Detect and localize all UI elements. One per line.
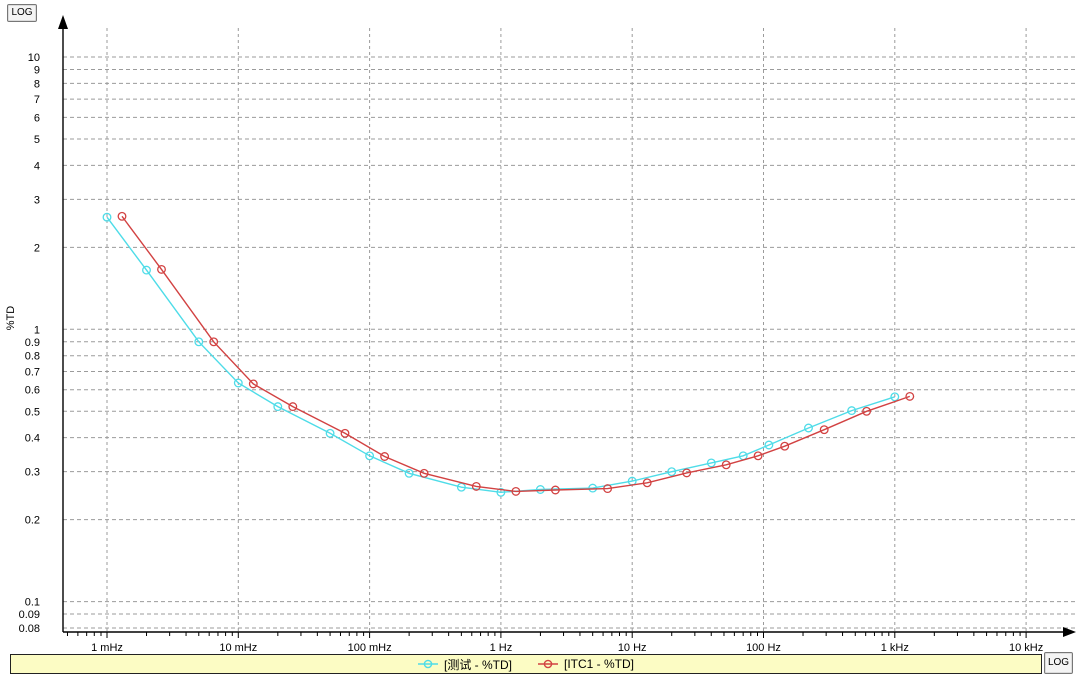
y-tick-label: 0.5 — [25, 406, 40, 418]
y-axis-title: %TD — [5, 306, 17, 331]
y-tick-label: 1 — [34, 324, 40, 336]
y-tick-label: 0.08 — [19, 623, 40, 635]
axes — [58, 15, 1076, 637]
legend-item-itc1[interactable]: [ITC1 - %TD] — [538, 657, 634, 671]
series-1 — [118, 213, 913, 496]
series-1-line — [122, 216, 910, 491]
y-tick-label: 0.4 — [25, 433, 40, 445]
series-marker-icon — [418, 659, 438, 669]
y-tick-label: 0.3 — [25, 467, 40, 479]
x-axis-arrow — [1063, 627, 1076, 637]
x-axis-ticks — [67, 632, 1026, 638]
y-tick-label: 3 — [34, 194, 40, 206]
y-tick-label: 9 — [34, 64, 40, 76]
y-tick-label: 0.6 — [25, 385, 40, 397]
y-tick-label: 0.2 — [25, 515, 40, 527]
legend-item-ceshi[interactable]: [测试 - %TD] — [418, 656, 512, 673]
x-tick-label: 1 mHz — [91, 642, 123, 654]
y-tick-label: 0.09 — [19, 609, 40, 621]
x-tick-label: 1 kHz — [881, 642, 909, 654]
x-tick-label: 10 Hz — [618, 642, 647, 654]
x-tick-label: 1 Hz — [490, 642, 513, 654]
y-tick-label: 2 — [34, 242, 40, 254]
y-tick-label: 10 — [28, 52, 40, 64]
y-tick-label: 0.7 — [25, 366, 40, 378]
y-tick-label: 8 — [34, 78, 40, 90]
y-tick-label: 4 — [34, 160, 40, 172]
y-tick-label: 7 — [34, 94, 40, 106]
x-tick-label: 10 kHz — [1009, 642, 1043, 654]
gridlines — [63, 28, 1078, 632]
chart-canvas[interactable]: 1 mHz10 mHz100 mHz1 Hz10 Hz100 Hz1 kHz10… — [0, 0, 1078, 676]
y-tick-label: 6 — [34, 112, 40, 124]
y-tick-label: 0.9 — [25, 337, 40, 349]
y-tick-label: 0.8 — [25, 351, 40, 363]
x-tick-label: 100 Hz — [746, 642, 781, 654]
x-tick-label: 10 mHz — [219, 642, 257, 654]
y-axis-arrow — [58, 15, 68, 29]
axis-labels: 1 mHz10 mHz100 mHz1 Hz10 Hz100 Hz1 kHz10… — [5, 52, 1043, 654]
y-axis-log-toggle-button[interactable]: LOG — [7, 4, 37, 22]
legend-bar: [测试 - %TD] [ITC1 - %TD] — [10, 654, 1042, 674]
legend-label: [测试 - %TD] — [444, 656, 512, 673]
dielectric-response-chart-window: 1 mHz10 mHz100 mHz1 Hz10 Hz100 Hz1 kHz10… — [0, 0, 1078, 676]
x-axis-log-toggle-button[interactable]: LOG — [1044, 652, 1073, 674]
y-tick-label: 5 — [34, 134, 40, 146]
series-marker-icon — [538, 659, 558, 669]
y-tick-label: 0.1 — [25, 597, 40, 609]
x-tick-label: 100 mHz — [348, 642, 392, 654]
legend-label: [ITC1 - %TD] — [564, 657, 634, 671]
